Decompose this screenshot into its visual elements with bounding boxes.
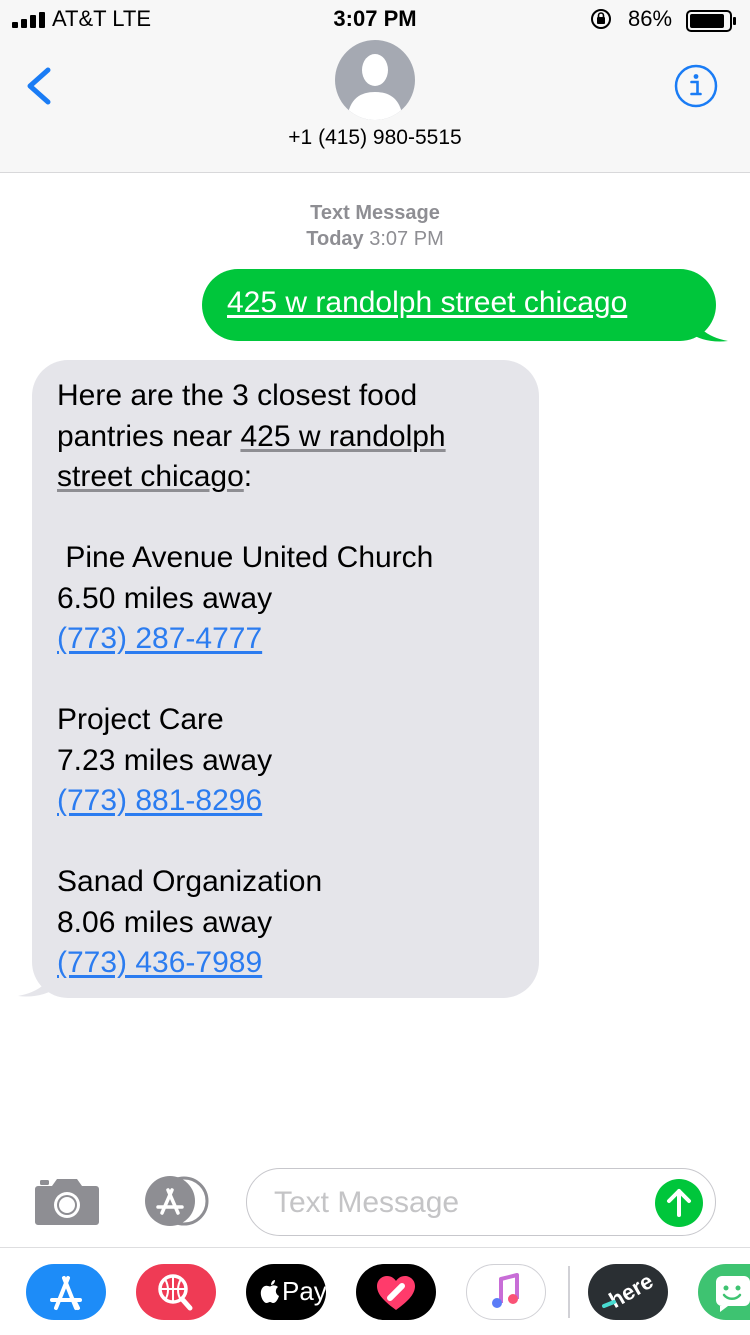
app-store-a-icon	[50, 1276, 82, 1310]
contact-avatar[interactable]	[335, 40, 415, 120]
timestamp-day: Today	[306, 228, 364, 250]
message-input[interactable]: Text Message	[246, 1168, 716, 1236]
incoming-bubble-tail	[18, 966, 56, 997]
result-distance: 7.23 miles away	[57, 743, 273, 777]
result-name: Project Care	[57, 703, 224, 736]
result-distance: 6.50 miles away	[57, 581, 273, 615]
outgoing-address-link[interactable]: 425 w randolph street chicago	[227, 286, 627, 319]
imessage-app-drawer: Pay here	[0, 1247, 750, 1335]
outgoing-bubble-tail	[690, 311, 728, 342]
back-chevron-icon[interactable]	[20, 66, 60, 106]
outgoing-message-bubble[interactable]: 425 w randolph street chicago	[202, 269, 716, 341]
message-input-placeholder: Text Message	[274, 1186, 460, 1219]
arrow-up-icon	[667, 1189, 691, 1217]
battery-icon	[686, 10, 736, 32]
apple-pay-label: Pay	[282, 1276, 326, 1306]
result-phone-link[interactable]: (773) 881-8296	[57, 784, 262, 817]
incoming-message-bubble[interactable]: Here are the 3 closest food pantries nea…	[32, 360, 539, 998]
gif-search-app[interactable]	[136, 1264, 216, 1320]
result-phone-link[interactable]: (773) 287-4777	[57, 622, 262, 655]
apple-pay-app[interactable]: Pay	[246, 1264, 326, 1320]
timestamp-time: 3:07 PM	[369, 228, 444, 250]
message-timestamp: Text Message Today 3:07 PM	[0, 200, 750, 252]
apple-logo-icon	[260, 1280, 279, 1303]
digital-touch-app[interactable]	[356, 1264, 436, 1320]
message-thread[interactable]: Text Message Today 3:07 PM 425 w randolp…	[0, 173, 750, 1153]
globe-search-icon	[158, 1274, 193, 1311]
result-name: Pine Avenue United Church	[57, 541, 434, 574]
bitmoji-face-icon	[716, 1276, 750, 1312]
orientation-lock-icon	[591, 9, 611, 29]
contact-name[interactable]: +1 (415) 980-5515	[0, 126, 750, 150]
incoming-intro: Here are the 3 closest food pantries nea…	[57, 376, 519, 498]
here-accent-icon	[602, 1300, 616, 1308]
result-name: Sanad Organization	[57, 865, 323, 898]
app-store-icon[interactable]	[140, 1176, 212, 1226]
music-app[interactable]	[466, 1264, 546, 1320]
timestamp-label: Text Message	[310, 202, 440, 224]
conversation-header: +1 (415) 980-5515	[0, 40, 750, 173]
heart-icon	[377, 1276, 415, 1310]
timestamp-date: Today 3:07 PM	[0, 226, 750, 252]
battery-percentage: 86%	[628, 6, 673, 31]
intro-suffix: :	[243, 460, 253, 493]
person-silhouette-icon	[347, 54, 403, 120]
bitmoji-app[interactable]	[698, 1264, 750, 1320]
app-store-app[interactable]	[26, 1264, 106, 1320]
result-phone-link[interactable]: (773) 436-7989	[57, 946, 262, 979]
music-note-icon	[492, 1273, 519, 1308]
camera-icon[interactable]	[34, 1176, 100, 1226]
here-app[interactable]: here	[588, 1264, 668, 1320]
message-composer: Text Message	[0, 1166, 750, 1244]
status-bar: AT&T LTE 3:07 PM 86%	[0, 0, 750, 40]
result-distance: 8.06 miles away	[57, 905, 273, 939]
info-icon[interactable]	[674, 64, 718, 108]
send-button[interactable]	[655, 1179, 703, 1227]
drawer-divider	[568, 1266, 570, 1318]
